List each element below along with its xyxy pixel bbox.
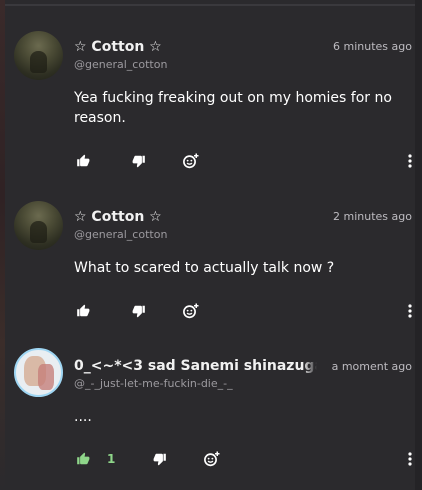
like-button[interactable] xyxy=(76,151,90,171)
comment-author[interactable]: ☆ Cotton ☆ xyxy=(74,209,162,225)
like-button[interactable] xyxy=(76,449,90,469)
add-reaction-icon xyxy=(183,303,199,319)
comment-timestamp: 6 minutes ago xyxy=(333,40,412,53)
comment-actions xyxy=(74,301,412,321)
name-fade xyxy=(303,358,317,374)
comment-handle[interactable]: @general_cotton xyxy=(74,228,167,241)
comment-author[interactable]: 0_<~*<3 sad Sanemi shinazugav xyxy=(74,358,317,374)
comment-item: ☆ Cotton ☆ @general_cotton 6 minutes ago… xyxy=(5,28,415,178)
thumbs-down-icon xyxy=(132,305,145,318)
comment-text: .... xyxy=(74,409,92,425)
comment-author-text: 0_<~*<3 sad Sanemi shinazugav xyxy=(74,358,317,374)
more-options-button[interactable] xyxy=(408,449,412,469)
right-edge xyxy=(415,0,422,490)
thumbs-down-icon xyxy=(132,155,145,168)
comment-item: ☆ Cotton ☆ @general_cotton 2 minutes ago… xyxy=(5,198,415,328)
add-reaction-button[interactable] xyxy=(203,449,221,469)
more-options-button[interactable] xyxy=(408,151,412,171)
thumbs-up-icon xyxy=(77,452,90,465)
comment-item: 0_<~*<3 sad Sanemi shinazugav @_-_just-l… xyxy=(5,342,415,482)
add-reaction-icon xyxy=(204,451,220,467)
top-divider xyxy=(5,4,415,6)
comment-actions xyxy=(74,151,412,171)
comment-author[interactable]: ☆ Cotton ☆ xyxy=(74,39,162,55)
avatar[interactable] xyxy=(14,31,63,80)
comments-panel: ☆ Cotton ☆ @general_cotton 6 minutes ago… xyxy=(0,0,422,490)
more-vertical-icon xyxy=(408,154,412,168)
more-options-button[interactable] xyxy=(408,301,412,321)
more-vertical-icon xyxy=(408,304,412,318)
thumbs-up-icon xyxy=(77,154,90,167)
more-vertical-icon xyxy=(408,452,412,466)
comment-text: What to scared to actually talk now ? xyxy=(74,260,335,276)
dislike-button[interactable] xyxy=(132,151,146,171)
comment-actions: 1 xyxy=(74,449,412,469)
thumbs-down-icon xyxy=(153,453,166,466)
thumbs-up-icon xyxy=(77,304,90,317)
comment-timestamp: a moment ago xyxy=(331,360,412,373)
add-reaction-icon xyxy=(183,153,199,169)
comment-text: Yea fucking freaking out on my homies fo… xyxy=(74,90,392,126)
like-count: 1 xyxy=(107,449,115,469)
like-count-text: 1 xyxy=(107,452,116,466)
dislike-button[interactable] xyxy=(153,449,167,469)
like-button[interactable] xyxy=(76,301,90,321)
avatar[interactable] xyxy=(14,201,63,250)
comment-timestamp: 2 minutes ago xyxy=(333,210,412,223)
comment-handle[interactable]: @general_cotton xyxy=(74,58,167,71)
add-reaction-button[interactable] xyxy=(182,301,200,321)
dislike-button[interactable] xyxy=(132,301,146,321)
avatar[interactable] xyxy=(14,348,63,397)
comment-handle[interactable]: @_-_just-let-me-fuckin-die_-_ xyxy=(74,377,233,390)
add-reaction-button[interactable] xyxy=(182,151,200,171)
